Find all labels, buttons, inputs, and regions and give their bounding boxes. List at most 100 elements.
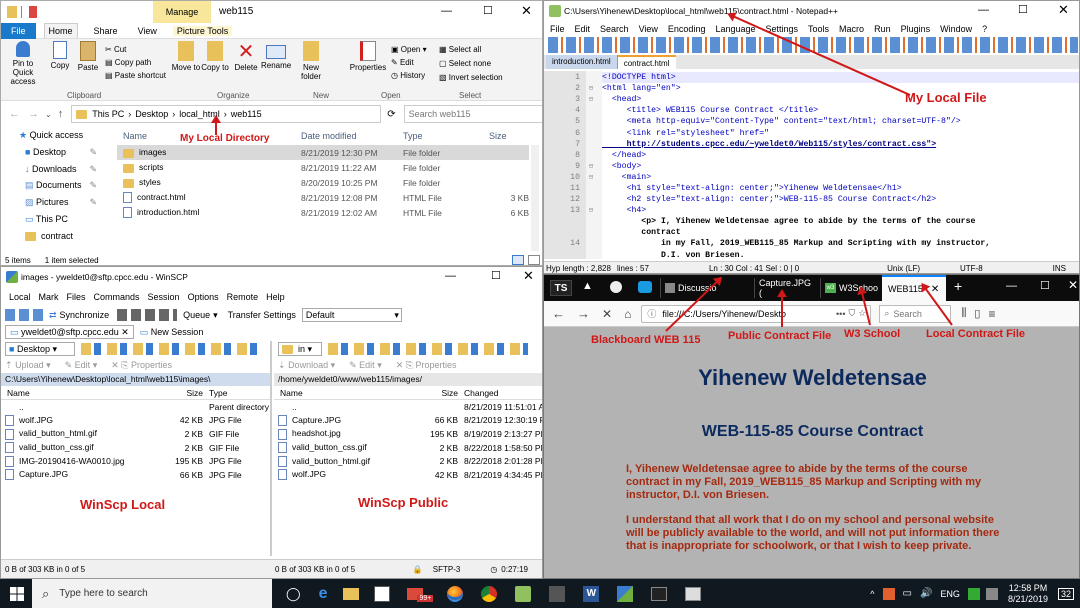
invert-selection-button[interactable]: ▧ Invert selection: [439, 71, 503, 85]
firefox-icon[interactable]: [447, 585, 464, 602]
list-item[interactable]: wolf.JPG 42 KB 8/21/2019 4:34:45 PM: [274, 468, 542, 482]
menu-item[interactable]: Commands: [94, 292, 140, 302]
minimize-button[interactable]: —: [978, 4, 989, 16]
menu-item[interactable]: Encoding: [668, 24, 706, 34]
photos-icon[interactable]: [685, 586, 702, 601]
chevron-up-icon[interactable]: ^: [870, 589, 874, 599]
nav-downloads[interactable]: ↓ Downloads ✎: [19, 161, 101, 178]
rename-button[interactable]: Rename: [261, 41, 291, 70]
menu-item[interactable]: File: [550, 24, 565, 34]
list-item[interactable]: valid_button_html.gif 2 KB 8/22/2018 2:01:…: [274, 454, 542, 468]
winscp-icon[interactable]: [617, 585, 634, 602]
task-view-icon[interactable]: ◯: [286, 586, 301, 602]
file-explorer-icon[interactable]: [343, 587, 360, 600]
maximize-button[interactable]: ☐: [1018, 3, 1028, 16]
remote-col-name[interactable]: Name: [274, 388, 382, 398]
close-button[interactable]: ✕: [523, 268, 534, 284]
refresh-icon[interactable]: ⟳: [387, 109, 395, 120]
menu-item[interactable]: Search: [600, 24, 629, 34]
col-date[interactable]: Date modified: [301, 131, 403, 141]
tab-contract[interactable]: contract.html: [617, 55, 676, 69]
pocket-icon[interactable]: ⛉: [848, 308, 855, 319]
remote-properties-button[interactable]: ✕ ⎘ Properties: [396, 360, 457, 371]
tab-icon-blue[interactable]: [638, 281, 652, 293]
synchronize-button[interactable]: Synchronize: [60, 310, 110, 320]
minimize-button[interactable]: —: [441, 5, 452, 17]
breadcrumb[interactable]: This PC › Desktop › local_html › web115: [71, 105, 382, 123]
tab-home[interactable]: Home: [43, 23, 78, 38]
menu-item[interactable]: Local: [9, 292, 31, 302]
copy-to-button[interactable]: Copy to: [201, 41, 229, 72]
menu-item[interactable]: Options: [188, 292, 219, 302]
back-arrow-icon[interactable]: ←: [552, 306, 565, 321]
list-item[interactable]: .. 8/21/2019 11:51:01 A: [274, 400, 542, 414]
copy-path-button[interactable]: ▤ Copy path: [105, 56, 166, 69]
properties-button[interactable]: Properties: [349, 41, 387, 72]
tab-web115-active[interactable]: WEB115 ✕: [882, 275, 946, 301]
menu-item[interactable]: Tools: [808, 24, 829, 34]
list-item[interactable]: Capture.JPG 66 KB 8/21/2019 12:30:19 P: [274, 414, 542, 428]
menu-item[interactable]: Macro: [839, 24, 864, 34]
local-col-name[interactable]: Name: [1, 388, 161, 398]
tab-discussion[interactable]: Discussio: [660, 278, 722, 298]
local-col-size[interactable]: Size: [161, 388, 203, 398]
nav-documents[interactable]: ▤ Documents ✎: [19, 177, 101, 194]
network-icon[interactable]: ▭: [903, 588, 912, 599]
list-item[interactable]: Capture.JPG 66 KB JPG File: [1, 468, 270, 482]
tray-icon-1[interactable]: [882, 587, 895, 600]
warning-icon[interactable]: ▲: [582, 280, 593, 292]
remote-edit-button[interactable]: ✎ Edit ▾: [349, 360, 382, 371]
tab-close-icon[interactable]: ✕: [931, 284, 939, 295]
menu-item[interactable]: Run: [874, 24, 891, 34]
menu-item[interactable]: Help: [266, 292, 285, 302]
menu-item[interactable]: Remote: [227, 292, 259, 302]
list-item[interactable]: headshot.jpg 195 KB 8/19/2019 2:13:27 PM: [274, 427, 542, 441]
list-item[interactable]: valid_button_css.gif 2 KB 8/22/2018 1:58:5…: [274, 441, 542, 455]
clock[interactable]: 12:58 PM 8/21/2019: [1008, 583, 1048, 605]
list-item[interactable]: IMG-20190416-WA0010.jpg 195 KB JPG File: [1, 454, 270, 468]
pocket-tab-icon[interactable]: [610, 281, 622, 293]
col-type[interactable]: Type: [403, 131, 489, 141]
remote-col-size[interactable]: Size: [382, 388, 458, 398]
tab-w3schools[interactable]: w3W3Schoo: [820, 278, 880, 298]
list-item[interactable]: valid_button_css.gif 2 KB GIF File: [1, 441, 270, 455]
tab-picture-tools[interactable]: Picture Tools: [172, 25, 233, 36]
ts-app-icon[interactable]: TS: [550, 280, 572, 296]
taskbar-app-icon[interactable]: [549, 585, 566, 602]
terminal-icon[interactable]: [651, 586, 668, 601]
list-item[interactable]: wolf.JPG 42 KB JPG File: [1, 414, 270, 428]
upload-button[interactable]: ⇡ Upload ▾: [5, 360, 51, 371]
recent-chevron-icon[interactable]: ⌄: [45, 110, 52, 119]
remote-nav-icons[interactable]: [328, 343, 528, 355]
close-button[interactable]: ✕: [1068, 278, 1078, 292]
back-arrow-icon[interactable]: ←: [9, 108, 20, 120]
menu-item[interactable]: Mark: [39, 292, 59, 302]
action-center-icon[interactable]: 32: [1057, 587, 1074, 600]
tray-icon-2[interactable]: [985, 587, 998, 600]
queue-button[interactable]: Queue: [183, 310, 210, 320]
edit-button[interactable]: ✎ Edit: [391, 56, 427, 69]
new-session-tab[interactable]: ▭ New Session: [140, 327, 204, 338]
mail-icon[interactable]: 99+: [407, 585, 434, 602]
new-folder-button[interactable]: New folder: [299, 41, 323, 81]
word-icon[interactable]: W: [583, 585, 600, 602]
menu-item[interactable]: Files: [67, 292, 86, 302]
local-path[interactable]: C:\Users\Yihenew\Desktop\local_html\web1…: [1, 373, 270, 386]
remote-drive-select[interactable]: in ▾: [278, 342, 322, 356]
library-icon[interactable]: ⫼: [961, 307, 966, 320]
minimize-button[interactable]: —: [445, 270, 456, 282]
code-editor[interactable]: 1 <!DOCTYPE html> 2 ⊟ <html lang="en"> 3 ⊟ <he…: [544, 71, 1079, 259]
table-row[interactable]: styles 8/20/2019 10:25 PM File folder: [117, 175, 529, 190]
explorer-scrollbar[interactable]: [531, 145, 539, 251]
move-to-button[interactable]: Move to: [171, 41, 201, 72]
col-size[interactable]: Size: [489, 131, 529, 141]
windows-start-icon[interactable]: [10, 586, 24, 601]
quick-access-toolbar[interactable]: [7, 6, 65, 18]
tab-introduction[interactable]: introduction.html: [546, 55, 618, 69]
menu-item[interactable]: View: [639, 24, 658, 34]
nav-quick-access[interactable]: ★ Quick access: [19, 127, 101, 144]
list-item[interactable]: .. Parent directory: [1, 400, 270, 414]
taskbar-search[interactable]: ⌕ Type here to search: [32, 579, 272, 608]
maximize-button[interactable]: ☐: [491, 269, 501, 282]
open-button[interactable]: ▣ Open ▾: [391, 43, 427, 56]
